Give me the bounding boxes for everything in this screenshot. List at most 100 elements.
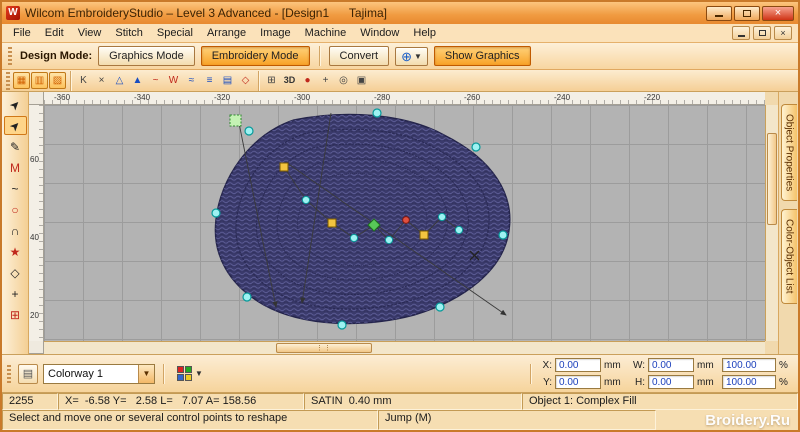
reshape-tool[interactable]: ➤	[3, 116, 27, 135]
end-node[interactable]	[402, 216, 410, 224]
mdi-minimize-button[interactable]	[732, 26, 750, 40]
stitch-angle-icon[interactable]: ×	[93, 72, 110, 89]
select-arrow-icon: ➤	[6, 95, 24, 114]
select-tool[interactable]: ➤	[4, 95, 27, 114]
y-field[interactable]: 0.00	[555, 375, 601, 389]
scale-y-field[interactable]: 100.00	[722, 375, 776, 389]
w-field[interactable]: 0.00	[648, 358, 694, 372]
measure-tool[interactable]: +	[4, 284, 27, 303]
curve-node[interactable]	[384, 235, 394, 245]
menu-edit[interactable]: Edit	[38, 25, 71, 41]
ruler-tick: -340	[134, 93, 151, 102]
motif-w-icon[interactable]: W	[165, 72, 182, 89]
design-canvas[interactable]	[44, 105, 765, 341]
menu-arrange[interactable]: Arrange	[200, 25, 253, 41]
menu-view[interactable]: View	[71, 25, 109, 41]
globe-icon: ⊕	[401, 48, 412, 64]
show-graphics-button[interactable]: Show Graphics	[433, 46, 531, 66]
thread-color-icon[interactable]: ●	[299, 72, 316, 89]
mirror-merge-tool[interactable]: ◇	[4, 263, 27, 282]
control-point[interactable]	[337, 320, 347, 330]
satin-stitch-icon[interactable]: ≈	[183, 72, 200, 89]
scale-x-field[interactable]: 100.00	[722, 358, 776, 372]
curve-node[interactable]	[349, 233, 359, 243]
triangle-outline-icon[interactable]: △	[111, 72, 128, 89]
step-fill-icon[interactable]: ▤	[219, 72, 236, 89]
corner-node[interactable]	[327, 218, 337, 228]
stitch-edit-tool[interactable]: ✎	[4, 137, 27, 156]
open-shape-tool[interactable]: ∩	[4, 221, 27, 240]
motif-tool[interactable]: M	[4, 158, 27, 177]
h-field[interactable]: 0.00	[648, 375, 694, 389]
menu-file[interactable]: File	[6, 25, 38, 41]
mdi-close-button[interactable]: ×	[774, 26, 792, 40]
curve-node[interactable]	[454, 225, 464, 235]
color-palette-button[interactable]: ▼	[172, 364, 208, 384]
control-point[interactable]	[471, 142, 481, 152]
ruler-tick: -280	[374, 93, 391, 102]
colorway-select[interactable]: Colorway 1 ▼	[43, 363, 155, 384]
corner-node[interactable]	[279, 162, 289, 172]
zigzag-stitch-icon[interactable]: ≡	[201, 72, 218, 89]
menu-stitch[interactable]: Stitch	[108, 25, 150, 41]
window-title: Wilcom EmbroideryStudio – Level 3 Advanc…	[25, 6, 387, 20]
percent-label: %	[779, 376, 788, 388]
vertical-ruler: 60 40 20	[29, 105, 44, 341]
menu-window[interactable]: Window	[353, 25, 406, 41]
horizontal-scroll-thumb[interactable]: ⋮⋮	[276, 343, 372, 353]
toolbar-grip[interactable]	[8, 47, 12, 65]
ruler-tick: -240	[554, 93, 571, 102]
control-point[interactable]	[242, 292, 252, 302]
menu-machine[interactable]: Machine	[298, 25, 354, 41]
toolbar-grip[interactable]	[6, 71, 10, 90]
menu-image[interactable]: Image	[253, 25, 298, 41]
title-bar[interactable]: W Wilcom EmbroideryStudio – Level 3 Adva…	[2, 2, 798, 24]
globe-dropdown-button[interactable]: ⊕ ▼	[395, 46, 428, 66]
menu-special[interactable]: Special	[150, 25, 200, 41]
fusion-fill-icon[interactable]: ▦	[13, 72, 30, 89]
convert-button[interactable]: Convert	[328, 46, 390, 66]
control-point[interactable]	[435, 302, 445, 312]
x-field[interactable]: 0.00	[555, 358, 601, 372]
control-point[interactable]	[498, 230, 508, 240]
vertical-scroll-thumb[interactable]	[767, 133, 777, 225]
menu-help[interactable]: Help	[406, 25, 443, 41]
close-button[interactable]: ×	[762, 5, 794, 21]
maximize-button[interactable]	[734, 5, 760, 21]
embroidery-mode-button[interactable]: Embroidery Mode	[200, 46, 310, 66]
applique-icon[interactable]: ◇	[237, 72, 254, 89]
curve-node[interactable]	[301, 195, 311, 205]
view-3d-icon[interactable]: 3D	[281, 72, 298, 89]
graphics-mode-button[interactable]: Graphics Mode	[98, 46, 195, 66]
curve-node[interactable]	[437, 212, 447, 222]
overview-window-icon[interactable]: ▣	[353, 72, 370, 89]
run-tool[interactable]: ~	[4, 179, 27, 198]
control-point[interactable]	[244, 126, 254, 136]
closed-shape-tool[interactable]: ○	[4, 200, 27, 219]
toolbar-grip[interactable]	[7, 364, 11, 383]
zoom-icon[interactable]: ◎	[335, 72, 352, 89]
mirror-icon: ◇	[10, 265, 20, 280]
horizontal-scrollbar[interactable]: ⋮⋮	[44, 341, 765, 354]
star-tool[interactable]: ★	[4, 242, 27, 261]
triangle-filled-icon[interactable]: ▲	[129, 72, 146, 89]
corner-node[interactable]	[419, 230, 429, 240]
ruler-tick: -300	[294, 93, 311, 102]
control-point[interactable]	[211, 208, 221, 218]
grid-icon[interactable]: ⊞	[263, 72, 280, 89]
minimize-button[interactable]	[706, 5, 732, 21]
control-point[interactable]	[372, 108, 382, 118]
measure-icon[interactable]: +	[317, 72, 334, 89]
tab-color-object-list[interactable]: Color-Object List	[780, 209, 797, 304]
grid-tool[interactable]: ⊞	[4, 305, 27, 324]
tab-object-properties[interactable]: Object Properties	[780, 104, 797, 202]
mdi-restore-button[interactable]	[753, 26, 771, 40]
reshape-object-icon[interactable]: K	[75, 72, 92, 89]
complex-fill-object[interactable]	[214, 113, 511, 325]
pattern-fill-icon[interactable]: ▨	[49, 72, 66, 89]
vertical-scrollbar[interactable]	[765, 105, 778, 341]
run-stitch-icon[interactable]: ~	[147, 72, 164, 89]
entry-point-handle[interactable]	[229, 114, 242, 127]
tatami-fill-icon[interactable]: ▥	[31, 72, 48, 89]
colorway-panel-button[interactable]: ▤	[18, 363, 38, 384]
